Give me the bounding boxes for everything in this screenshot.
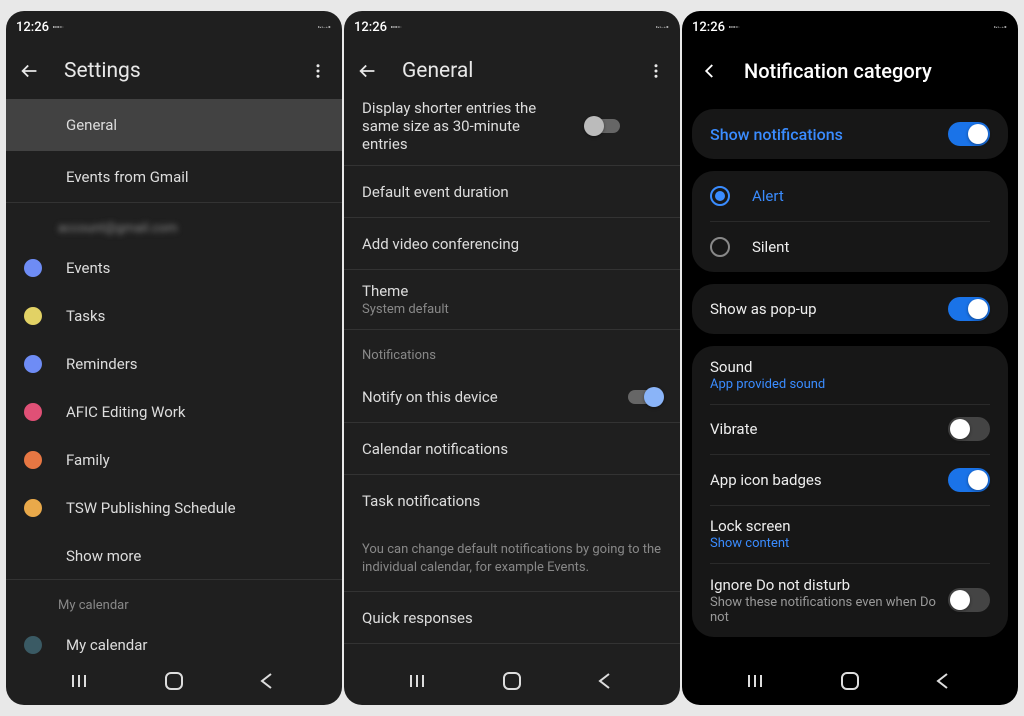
card-show-notifications: Show notifications	[692, 109, 1008, 159]
page-title: Notification category	[744, 59, 1002, 83]
row-lockscreen[interactable]: Lock screen Show content	[692, 505, 1008, 563]
nav-back[interactable]	[252, 667, 280, 695]
calendar-item-events[interactable]: Events	[6, 244, 342, 292]
color-dot	[24, 307, 42, 325]
status-indicators: 4G	[656, 20, 670, 34]
titlebar: General	[344, 43, 680, 99]
nav-home[interactable]	[160, 667, 188, 695]
status-app-icons	[53, 20, 67, 34]
screen-notification-category: 12:26 4G Notification category Show noti…	[682, 11, 1018, 705]
calendar-item-tasks[interactable]: Tasks	[6, 292, 342, 340]
nav-back[interactable]	[928, 667, 956, 695]
status-app-icons	[729, 20, 743, 34]
navbar	[344, 657, 680, 705]
item-notify-device[interactable]: Notify on this device	[344, 371, 680, 423]
item-quick-responses[interactable]: Quick responses	[344, 592, 680, 644]
color-dot	[24, 259, 42, 277]
notifications-help: You can change default notifications by …	[344, 527, 680, 592]
status-time: 12:26	[16, 20, 49, 35]
nav-home[interactable]	[498, 667, 526, 695]
list-item-events-gmail[interactable]: Events from Gmail	[6, 151, 342, 203]
row-ignore-dnd[interactable]: Ignore Do not disturb Show these notific…	[692, 564, 1008, 637]
statusbar: 12:26 4G	[682, 11, 1018, 43]
radio-alert[interactable]: Alert	[692, 171, 1008, 221]
statusbar: 12:26 4G	[344, 11, 680, 43]
more-icon[interactable]	[644, 59, 668, 83]
back-button[interactable]	[356, 59, 380, 83]
toggle-popup[interactable]	[948, 297, 990, 321]
back-button[interactable]	[698, 59, 722, 83]
row-popup[interactable]: Show as pop-up	[692, 284, 1008, 334]
nav-back[interactable]	[590, 667, 618, 695]
toggle-vibrate[interactable]	[948, 417, 990, 441]
nav-recents[interactable]	[744, 667, 772, 695]
status-app-icons	[391, 20, 405, 34]
row-badges[interactable]: App icon badges	[692, 455, 1008, 505]
screen-general: 12:26 4G General Display shorter entries…	[344, 11, 680, 705]
status-indicators: 4G	[994, 20, 1008, 34]
calendar-item-tsw[interactable]: TSW Publishing Schedule	[6, 484, 342, 532]
calendar-item-mycal[interactable]: My calendar	[6, 621, 342, 657]
settings-list: General Events from Gmail account@gmail.…	[6, 99, 342, 657]
color-dot	[24, 355, 42, 373]
radio-icon-off	[710, 237, 730, 257]
radio-icon-on	[710, 186, 730, 206]
notification-list: Show notifications Alert Silent Show as …	[682, 99, 1018, 657]
titlebar: Settings	[6, 43, 342, 99]
nav-recents[interactable]	[68, 667, 96, 695]
page-title: General	[402, 59, 622, 83]
color-dot	[24, 451, 42, 469]
item-display-shorter[interactable]: Display shorter entries the same size as…	[344, 99, 680, 166]
titlebar: Notification category	[682, 43, 1018, 99]
my-calendar-header: My calendar	[6, 580, 342, 621]
list-item-general[interactable]: General	[6, 99, 342, 151]
status-time: 12:26	[692, 20, 725, 35]
card-options: Sound App provided sound Vibrate App ico…	[692, 346, 1008, 637]
color-dot	[24, 499, 42, 517]
item-task-notifications[interactable]: Task notifications	[344, 475, 680, 527]
toggle-display-shorter[interactable]	[586, 119, 620, 133]
toggle-badges[interactable]	[948, 468, 990, 492]
svg-text:4G: 4G	[324, 27, 326, 29]
nav-home[interactable]	[836, 667, 864, 695]
radio-silent[interactable]: Silent	[692, 222, 1008, 272]
back-button[interactable]	[18, 59, 42, 83]
more-icon[interactable]	[306, 59, 330, 83]
toggle-show-notifications[interactable]	[948, 122, 990, 146]
show-more[interactable]: Show more	[6, 532, 342, 580]
status-time: 12:26	[354, 20, 387, 35]
card-alert-mode: Alert Silent	[692, 171, 1008, 272]
row-sound[interactable]: Sound App provided sound	[692, 346, 1008, 404]
color-dot	[24, 636, 42, 654]
calendar-item-afic[interactable]: AFIC Editing Work	[6, 388, 342, 436]
card-popup: Show as pop-up	[692, 284, 1008, 334]
screen-settings: 12:26 4G Settings General Events from Gm…	[6, 11, 342, 705]
calendar-item-reminders[interactable]: Reminders	[6, 340, 342, 388]
item-calendar-notifications[interactable]: Calendar notifications	[344, 423, 680, 475]
nav-recents[interactable]	[406, 667, 434, 695]
general-list: Display shorter entries the same size as…	[344, 99, 680, 657]
toggle-notify-device[interactable]	[628, 390, 662, 404]
notifications-header: Notifications	[344, 330, 680, 371]
item-video-conf[interactable]: Add video conferencing	[344, 218, 680, 270]
row-vibrate[interactable]: Vibrate	[692, 404, 1008, 454]
toggle-ignore-dnd[interactable]	[948, 588, 990, 612]
color-dot	[24, 403, 42, 421]
status-indicators: 4G	[318, 20, 332, 34]
navbar	[682, 657, 1018, 705]
navbar	[6, 657, 342, 705]
svg-text:4G: 4G	[1000, 27, 1002, 29]
item-default-duration[interactable]: Default event duration	[344, 166, 680, 218]
calendar-item-family[interactable]: Family	[6, 436, 342, 484]
item-theme[interactable]: Theme System default	[344, 270, 680, 330]
row-show-notifications[interactable]: Show notifications	[692, 109, 1008, 159]
page-title: Settings	[64, 59, 284, 83]
account-header: account@gmail.com	[6, 203, 342, 244]
svg-text:4G: 4G	[662, 27, 664, 29]
statusbar: 12:26 4G	[6, 11, 342, 43]
